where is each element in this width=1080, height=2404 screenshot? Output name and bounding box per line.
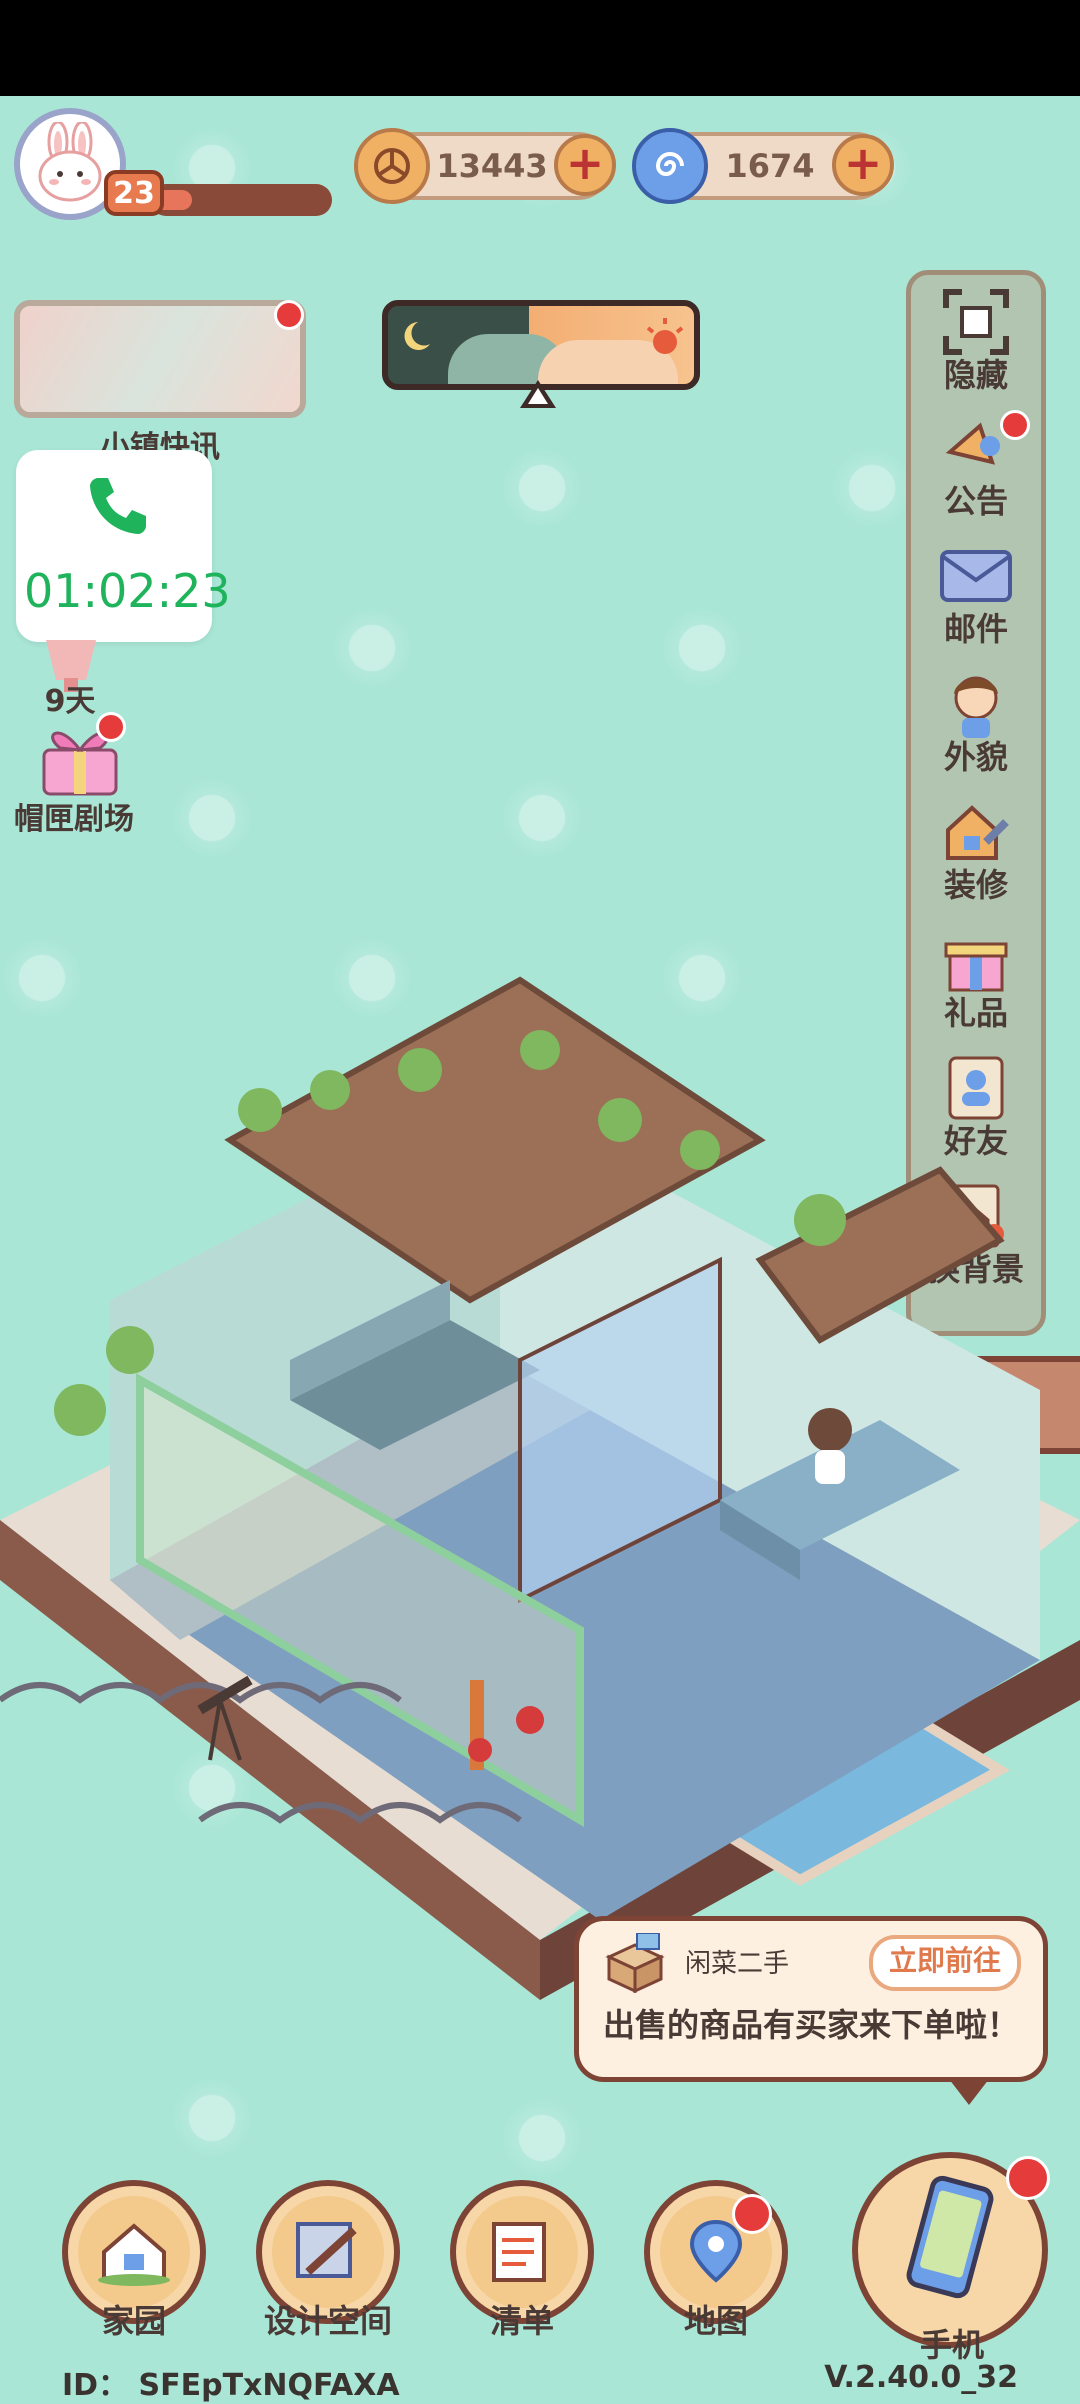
- level-badge: 23: [104, 170, 164, 216]
- sun-icon: [646, 318, 684, 354]
- gem-value: 1674: [725, 147, 815, 185]
- appearance-icon: [932, 668, 1020, 740]
- box-icon: [605, 1933, 665, 1993]
- notification-dot: [732, 2194, 772, 2234]
- swirl-gem-icon: [632, 128, 708, 204]
- phone-icon: [890, 2172, 1010, 2316]
- player-id: ID： SFEpTxNQFAXA: [62, 2368, 400, 2403]
- secondhand-notification[interactable]: 闲菜二手 立即前往 出售的商品有买家来下单啦！: [574, 1916, 1048, 2105]
- notification-message: 出售的商品有买家来下单啦！: [602, 2006, 1019, 2044]
- call-overlay[interactable]: 01:02:23: [16, 450, 231, 642]
- moon-icon: [404, 322, 430, 350]
- menu-item-hide[interactable]: 隐藏: [916, 286, 1036, 404]
- nav-label: 地图: [683, 2302, 748, 2340]
- phone-call-icon: [90, 478, 146, 534]
- menu-label: 隐藏: [943, 356, 1008, 394]
- time-marker: [520, 380, 556, 408]
- nav-label: 家园: [101, 2302, 166, 2340]
- notification-dot: [1006, 2156, 1050, 2200]
- menu-label: 公告: [943, 482, 1008, 520]
- menu-label: 装修: [943, 866, 1008, 904]
- sun-pattern-icon: [330, 606, 414, 690]
- add-gem-button[interactable]: +: [832, 134, 894, 196]
- version-label: V.2.40.0_32: [824, 2360, 1018, 2395]
- menu-item-decorate[interactable]: 装修: [916, 796, 1036, 914]
- coin-icon: [354, 128, 430, 204]
- menu-label: 邮件: [943, 610, 1008, 648]
- day-night-bar: [382, 300, 700, 390]
- list-icon: [482, 2216, 562, 2290]
- sun-pattern-icon: [170, 776, 254, 860]
- sun-pattern-icon: [660, 606, 744, 690]
- add-coin-button[interactable]: +: [554, 134, 616, 196]
- home-icon: [94, 2216, 174, 2290]
- coin-value: 13443: [436, 147, 548, 185]
- coin-counter[interactable]: 13443 +: [354, 128, 616, 204]
- call-timer: 01:02:23: [24, 564, 231, 618]
- gem-counter[interactable]: 1674 +: [632, 128, 894, 204]
- nav-label: 清单: [489, 2302, 554, 2340]
- notification-dot: [96, 712, 126, 742]
- sun-pattern-icon: [500, 446, 584, 530]
- notification-dot: [1000, 410, 1030, 440]
- status-bar: [0, 0, 1080, 96]
- nav-label: 设计空间: [263, 2302, 392, 2340]
- xp-bar: [150, 184, 332, 216]
- sun-pattern-icon: [500, 776, 584, 860]
- notification-title: 闲菜二手: [685, 1949, 790, 1979]
- menu-item-appearance[interactable]: 外貌: [916, 668, 1036, 786]
- theater-label: 帽匣剧场: [14, 802, 134, 837]
- decorate-icon: [932, 796, 1020, 868]
- notification-dot: [274, 300, 304, 330]
- news-banner[interactable]: [14, 300, 306, 418]
- menu-label: 外貌: [943, 738, 1008, 776]
- sun-pattern-icon: [830, 446, 914, 530]
- mail-icon: [932, 540, 1020, 612]
- hide-icon: [932, 286, 1020, 358]
- go-now-button[interactable]: 立即前往: [868, 1935, 1021, 1991]
- menu-item-mail[interactable]: 邮件: [916, 540, 1036, 658]
- bunny-avatar-icon: [38, 122, 102, 202]
- design-icon: [288, 2216, 368, 2290]
